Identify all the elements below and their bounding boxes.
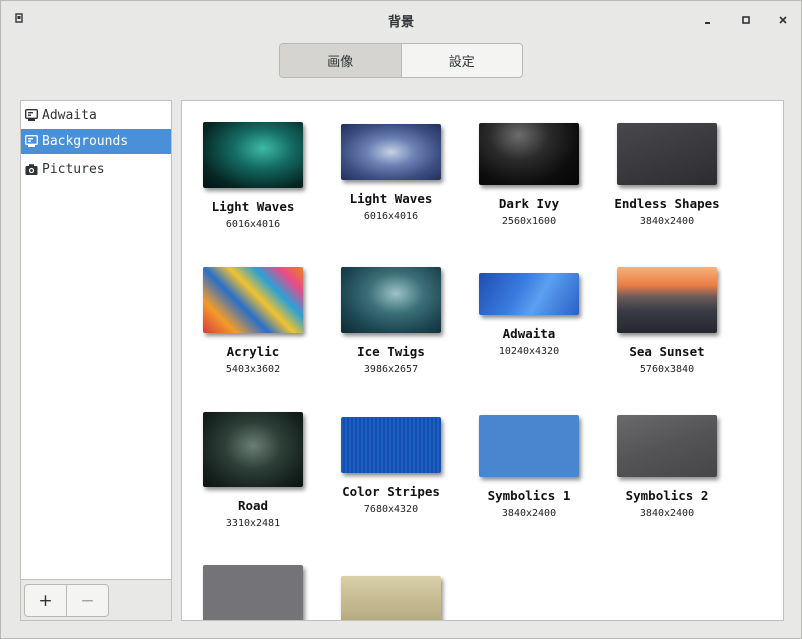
minimize-button[interactable]	[697, 9, 719, 31]
close-icon	[779, 16, 787, 24]
wallpaper-name: Sea Sunset	[629, 344, 705, 359]
monitor-icon	[24, 108, 39, 123]
wallpaper-resolution: 10240x4320	[498, 346, 560, 357]
wallpaper-tile[interactable]: Light Waves 6016x4016	[326, 124, 456, 222]
wallpaper-tile[interactable]: Endless Shapes 3840x2400	[602, 123, 732, 227]
wallpaper-grid: Light Waves 6016x4016 Light Waves 6016x4…	[181, 100, 784, 621]
sidebar-item-label: Adwaita	[42, 108, 97, 123]
wallpaper-tile[interactable]	[326, 576, 456, 620]
wallpaper-thumbnail	[203, 412, 303, 487]
wallpaper-resolution: 2560x1600	[501, 216, 557, 227]
wallpaper-thumbnail	[203, 122, 303, 188]
wallpaper-thumbnail	[341, 267, 441, 333]
wallpaper-thumbnail	[341, 417, 441, 473]
background-settings-window: 背景 画像 設定 Adwaita Backgrounds Pictures + …	[0, 0, 802, 639]
sidebar-item-label: Backgrounds	[42, 134, 129, 149]
wallpaper-thumbnail	[617, 415, 717, 477]
wallpaper-resolution: 3310x2481	[225, 518, 281, 529]
tab-images[interactable]: 画像	[280, 44, 402, 77]
tab-settings[interactable]: 設定	[402, 44, 523, 77]
wallpaper-thumbnail	[479, 273, 579, 315]
wallpaper-tile[interactable]: Symbolics 1 3840x2400	[464, 415, 594, 519]
wallpaper-resolution: 3840x2400	[501, 508, 557, 519]
remove-folder-button[interactable]: −	[66, 584, 109, 617]
wallpaper-thumbnail	[341, 124, 441, 180]
wallpaper-tile[interactable]: Light Waves 6016x4016	[188, 122, 318, 230]
wallpaper-name: Endless Shapes	[614, 196, 720, 211]
minimize-icon	[705, 22, 710, 24]
wallpaper-thumbnail	[341, 576, 441, 620]
wallpaper-tile[interactable]: Road 3310x2481	[188, 412, 318, 529]
wallpaper-resolution: 5403x3602	[225, 364, 281, 375]
wallpaper-name: Ice Twigs	[357, 344, 425, 359]
wallpaper-thumbnail	[203, 565, 303, 620]
sidebar-toolbar: + −	[21, 579, 171, 620]
wallpaper-resolution: 6016x4016	[225, 219, 281, 230]
wallpaper-tile[interactable]: Adwaita 10240x4320	[464, 273, 594, 357]
wallpaper-name: Symbolics 2	[625, 488, 709, 503]
maximize-icon	[742, 16, 750, 24]
wallpaper-name: Light Waves	[349, 191, 433, 206]
monitor-icon	[24, 134, 39, 149]
wallpaper-tile[interactable]: Symbolics 2 3840x2400	[602, 415, 732, 519]
source-sidebar: Adwaita Backgrounds Pictures + −	[20, 100, 172, 621]
wallpaper-resolution: 6016x4016	[363, 211, 419, 222]
wallpaper-name: Road	[237, 498, 269, 513]
wallpaper-tile[interactable]	[188, 565, 318, 620]
wallpaper-tile[interactable]: Acrylic 5403x3602	[188, 267, 318, 375]
wallpaper-thumbnail	[617, 123, 717, 185]
wallpaper-resolution: 3840x2400	[639, 508, 695, 519]
close-button[interactable]	[772, 9, 794, 31]
view-switcher: 画像 設定	[279, 43, 523, 78]
wallpaper-name: Adwaita	[502, 326, 556, 341]
wallpaper-tile[interactable]: Dark Ivy 2560x1600	[464, 123, 594, 227]
maximize-button[interactable]	[735, 9, 757, 31]
wallpaper-tile[interactable]: Ice Twigs 3986x2657	[326, 267, 456, 375]
wallpaper-name: Color Stripes	[342, 484, 440, 499]
wallpaper-thumbnail	[479, 415, 579, 477]
wallpaper-tile[interactable]: Sea Sunset 5760x3840	[602, 267, 732, 375]
wallpaper-resolution: 5760x3840	[639, 364, 695, 375]
wallpaper-thumbnail	[479, 123, 579, 185]
wallpaper-resolution: 7680x4320	[363, 504, 419, 515]
wallpaper-resolution: 3986x2657	[363, 364, 419, 375]
wallpaper-resolution: 3840x2400	[639, 216, 695, 227]
titlebar[interactable]: 背景	[1, 1, 801, 38]
add-folder-button[interactable]: +	[24, 584, 67, 617]
sidebar-item-pictures[interactable]: Pictures	[21, 157, 171, 182]
wallpaper-name: Acrylic	[226, 344, 280, 359]
window-title: 背景	[387, 15, 414, 30]
wallpaper-name: Light Waves	[211, 199, 295, 214]
wallpaper-name: Symbolics 1	[487, 488, 571, 503]
wallpaper-thumbnail	[203, 267, 303, 333]
wallpaper-tile[interactable]: Color Stripes 7680x4320	[326, 417, 456, 515]
sidebar-item-label: Pictures	[42, 162, 105, 177]
camera-icon	[24, 162, 39, 177]
sidebar-item-backgrounds[interactable]: Backgrounds	[21, 129, 171, 154]
sidebar-item-adwaita[interactable]: Adwaita	[21, 103, 171, 128]
wallpaper-name: Dark Ivy	[498, 196, 560, 211]
wallpaper-thumbnail	[617, 267, 717, 333]
